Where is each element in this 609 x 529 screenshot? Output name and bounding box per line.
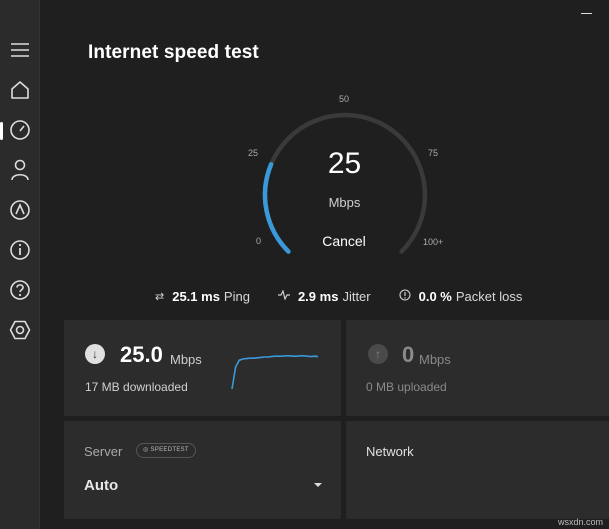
gauge-tick-0: 0 <box>256 236 262 246</box>
download-unit: Mbps <box>170 352 202 367</box>
network-label: Network <box>366 444 414 459</box>
gauge-value: 25 <box>327 147 362 180</box>
sidebar-item-feedback[interactable] <box>0 192 40 228</box>
server-dropdown[interactable]: Auto <box>84 473 322 497</box>
gauge-tick-100: 100+ <box>423 237 444 247</box>
help-icon <box>10 280 30 300</box>
jitter-value: 2.9 ms <box>297 288 339 304</box>
speedtest-logo-icon: ◎ <box>143 447 149 453</box>
download-speed-graph <box>231 355 319 390</box>
server-selected-value: Auto <box>84 476 119 494</box>
gauge-tick-50: 50 <box>339 94 350 104</box>
download-arrow-icon: ↓ <box>85 344 105 364</box>
home-icon <box>11 81 29 99</box>
sidebar-item-settings[interactable] <box>0 312 40 348</box>
chevron-down-icon <box>314 483 322 487</box>
person-icon <box>11 159 29 181</box>
sidebar-item-home[interactable] <box>0 72 40 108</box>
gauge-unit: Mbps <box>328 195 361 210</box>
sidebar-item-speedtest[interactable] <box>0 112 40 148</box>
sidebar-item-account[interactable] <box>0 152 40 188</box>
sidebar-item-about[interactable] <box>0 232 40 268</box>
ping-arrows-icon: ⇄ <box>155 290 165 303</box>
menu-button[interactable] <box>0 32 40 68</box>
speedometer-icon <box>10 120 30 140</box>
upload-arrow-icon: ↑ <box>368 344 388 364</box>
menu-icon <box>11 43 29 57</box>
info-icon <box>10 240 30 260</box>
download-speed-line <box>231 355 319 390</box>
minimize-icon <box>580 12 592 14</box>
speedtest-brand: SPEEDTEST <box>150 447 189 453</box>
packet-loss-label: Packet loss <box>455 288 523 304</box>
sidebar <box>0 0 40 529</box>
upload-unit: Mbps <box>419 352 451 367</box>
jitter-label: Jitter <box>342 288 371 304</box>
packet-loss-stat: 0.0 % Packet loss <box>399 288 523 304</box>
watermark: wsxdn.com <box>557 517 603 527</box>
minimize-button[interactable] <box>563 0 609 26</box>
download-value: 25.0 <box>120 342 163 367</box>
cancel-button[interactable]: Cancel <box>313 233 375 253</box>
page-title: Internet speed test <box>88 42 259 63</box>
upload-card: ↑ 0 Mbps 0 MB uploaded <box>346 320 609 416</box>
server-label: Server <box>84 444 123 459</box>
download-card: ↓ 25.0 Mbps 17 MB downloaded <box>64 320 341 416</box>
ping-label: Ping <box>223 288 250 304</box>
settings-icon <box>9 320 31 340</box>
ping-stat: ⇄ 25.1 ms Ping <box>155 289 250 304</box>
speedtest-brand-badge: ◎ SPEEDTEST <box>136 443 196 458</box>
sidebar-item-help[interactable] <box>0 272 40 308</box>
ping-value: 25.1 ms <box>172 288 220 304</box>
alert-circle-icon <box>399 288 411 304</box>
jitter-icon <box>277 288 290 303</box>
upload-amount: 0 MB uploaded <box>366 380 447 394</box>
server-card: Server ◎ SPEEDTEST Auto <box>64 421 341 519</box>
chevron-up-icon <box>10 200 30 220</box>
stats-row: ⇄ 25.1 ms Ping 2.9 ms Jitter 0.0 % Packe… <box>155 288 550 304</box>
download-amount: 17 MB downloaded <box>85 380 188 394</box>
upload-value: 0 <box>402 342 415 367</box>
jitter-stat: 2.9 ms Jitter <box>277 288 371 304</box>
network-card: Network <box>346 421 609 519</box>
packet-loss-value: 0.0 % <box>418 288 452 304</box>
gauge-track <box>262 112 428 254</box>
